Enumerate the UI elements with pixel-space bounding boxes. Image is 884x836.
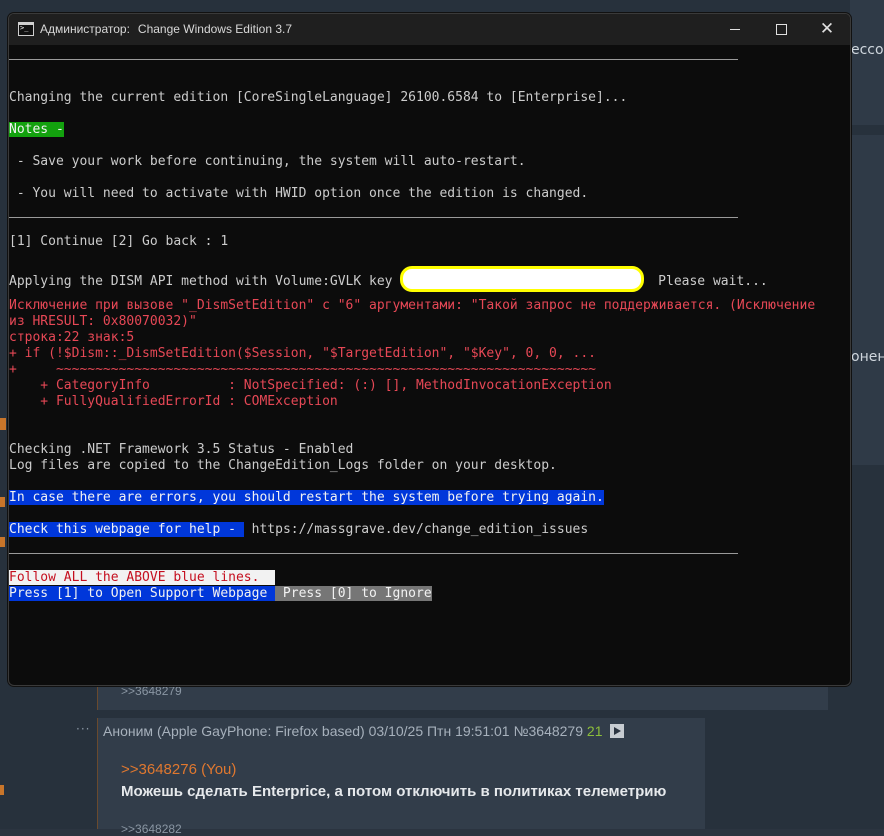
bg-panel-right-mid xyxy=(850,135,884,465)
post-author: Аноним xyxy=(103,723,154,739)
console-line-note1: - Save your work before continuing, the … xyxy=(9,154,526,169)
press-0-option[interactable]: Press [0] to Ignore xyxy=(275,586,432,601)
redaction-highlight xyxy=(400,266,645,292)
maximize-icon xyxy=(775,23,787,35)
console-line-note2: - You will need to activate with HWID op… xyxy=(9,186,589,201)
bg-marker xyxy=(0,497,5,507)
restart-notice: In case there are errors, you should res… xyxy=(9,490,604,505)
bg-panel-right-top xyxy=(850,0,884,125)
console-line-restart: In case there are errors, you should res… xyxy=(9,490,604,506)
bg-marker xyxy=(0,418,6,430)
post-header: Аноним (Apple GayPhone: Firefox based) 0… xyxy=(103,723,625,739)
close-button[interactable]: ✕ xyxy=(804,14,850,45)
console-line-follow: Follow ALL the ABOVE blue lines. xyxy=(9,570,276,586)
console-line-logs: Log files are copied to the ChangeEditio… xyxy=(9,458,557,473)
console-line-netfx: Checking .NET Framework 3.5 Status - Ena… xyxy=(9,442,354,457)
follow-notice: Follow ALL the ABOVE blue lines. xyxy=(9,570,276,585)
error-line: + if (!$Dism::_DismSetEdition($Session, … xyxy=(9,346,596,361)
post-os: (Apple GayPhone: Firefox based) xyxy=(156,723,365,739)
reply-link[interactable]: >>3648282 xyxy=(121,822,182,836)
console-icon xyxy=(18,22,34,36)
title-prefix: Администратор: xyxy=(40,22,130,36)
separator-line xyxy=(9,217,738,218)
post-count: 21 xyxy=(586,723,603,739)
post-quote-link[interactable]: >>3648276 (You) xyxy=(121,761,236,778)
post-number[interactable]: №3648279 xyxy=(513,723,583,739)
applying-text: Applying the DISM API method with Volume… xyxy=(9,274,393,289)
title-bar[interactable]: Администратор: Change Windows Edition 3.7… xyxy=(9,14,850,45)
please-wait-text: Please wait... xyxy=(658,274,768,289)
console-output[interactable]: Changing the current edition [CoreSingle… xyxy=(9,45,850,685)
console-line-changing: Changing the current edition [CoreSingle… xyxy=(9,90,628,105)
post-date: 03/10/25 Птн 19:51:01 xyxy=(368,723,510,739)
post-connector: ··· xyxy=(76,722,91,736)
console-line-press: Press [1] to Open Support Webpage Press … xyxy=(9,586,432,602)
console-window[interactable]: Администратор: Change Windows Edition 3.7… xyxy=(8,13,851,686)
bg-text-fragment: онент xyxy=(851,349,884,365)
help-url: https://massgrave.dev/change_edition_iss… xyxy=(243,522,589,537)
error-line: строка:22 знак:5 xyxy=(9,330,135,345)
error-line: Исключение при вызове "_DismSetEdition" … xyxy=(9,298,816,313)
console-line-choice: [1] Continue [2] Go back : 1 xyxy=(9,234,229,249)
close-icon: ✕ xyxy=(819,19,835,39)
reply-link[interactable]: >>3648279 xyxy=(121,684,182,698)
title-name: Change Windows Edition 3.7 xyxy=(137,22,293,36)
error-line: из HRESULT: 0x80070032)" xyxy=(9,314,197,329)
bg-text-fragment: ессо xyxy=(851,42,884,58)
play-icon[interactable] xyxy=(610,724,625,738)
console-line-applying: Applying the DISM API method with Volume… xyxy=(9,266,768,292)
bg-marker xyxy=(0,537,5,547)
console-line-notes: Notes - xyxy=(9,122,64,138)
error-line: + ~~~~~~~~~~~~~~~~~~~~~~~~~~~~~~~~~~~~~~… xyxy=(9,362,596,377)
post-body: Можешь сделать Enterprice, а потом отклю… xyxy=(121,783,667,800)
minimize-icon xyxy=(730,28,740,30)
separator-line xyxy=(9,553,738,554)
press-1-option[interactable]: Press [1] to Open Support Webpage xyxy=(9,586,276,601)
error-line: + FullyQualifiedErrorId : COMException xyxy=(9,394,338,409)
separator-line xyxy=(9,59,738,60)
console-line-help: Check this webpage for help - https://ma… xyxy=(9,522,588,538)
notes-label: Notes - xyxy=(9,122,64,137)
maximize-button[interactable] xyxy=(758,14,804,45)
error-line: + CategoryInfo : NotSpecified: (:) [], M… xyxy=(9,378,612,393)
bg-marker xyxy=(0,785,4,795)
help-label: Check this webpage for help - xyxy=(9,522,244,537)
window-title: Администратор: Change Windows Edition 3.7 xyxy=(40,22,292,36)
minimize-button[interactable] xyxy=(712,14,758,45)
